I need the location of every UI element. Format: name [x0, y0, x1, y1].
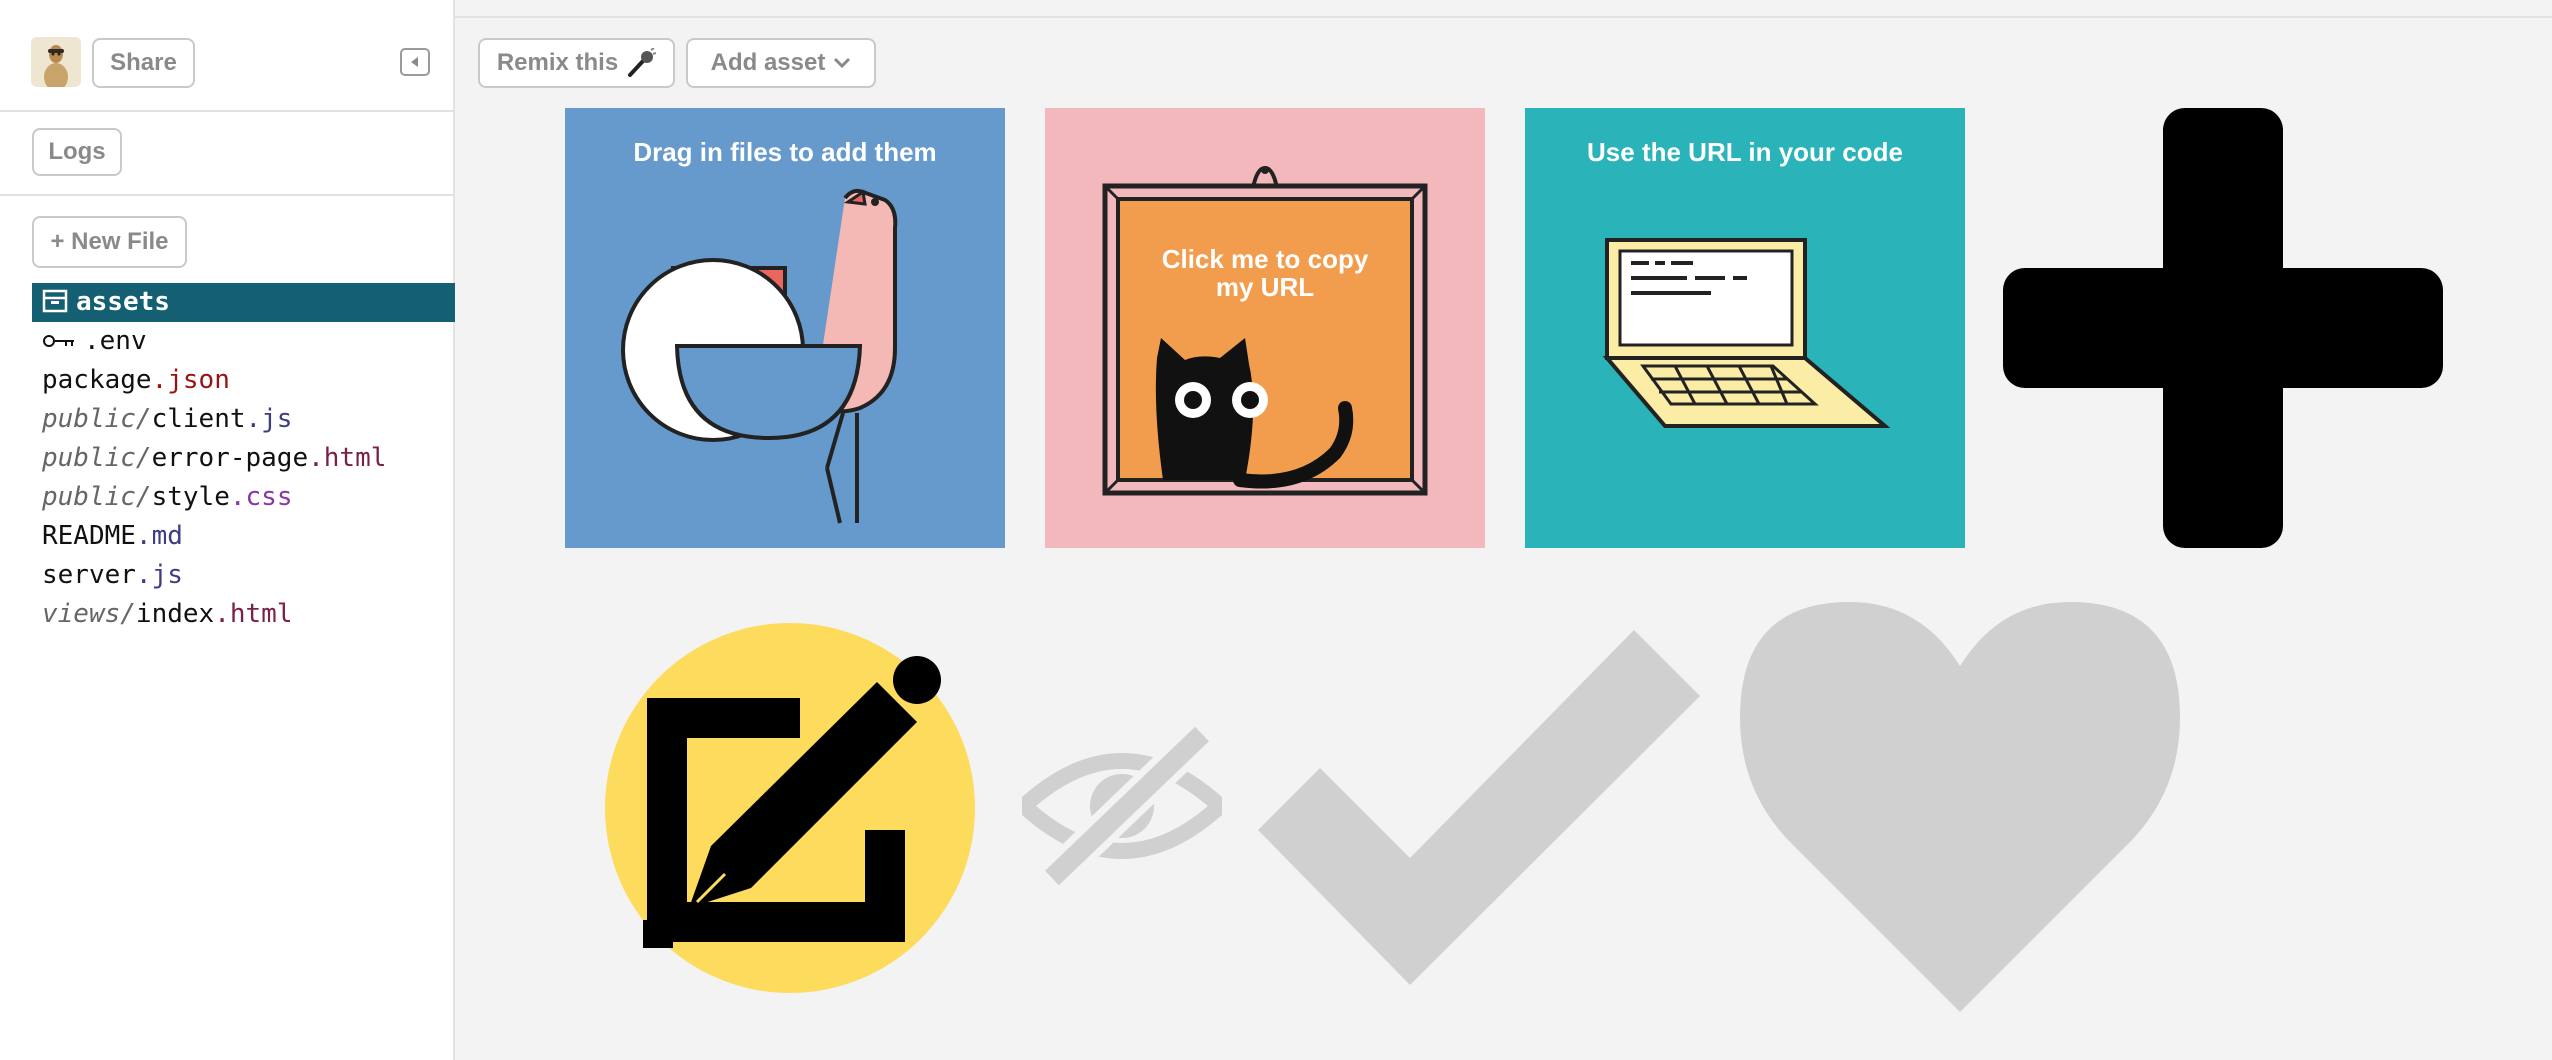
file-name: client [151, 404, 246, 434]
collapse-sidebar-icon [411, 57, 418, 67]
asset-tile-url-code[interactable]: Use the URL in your code [1525, 108, 1965, 548]
share-label: Share [110, 49, 177, 76]
tile-caption: Click me to copy my URL [1045, 245, 1485, 301]
top-divider [455, 16, 2552, 18]
file-item-package-json[interactable]: package.json [32, 361, 455, 400]
file-item-assets[interactable]: assets [32, 283, 455, 322]
divider [0, 110, 455, 112]
file-item-error-page-html[interactable]: public/error-page.html [32, 439, 455, 478]
checkmark-icon[interactable] [1258, 630, 1700, 985]
asset-tile-drag[interactable]: Drag in files to add them [565, 108, 1005, 548]
collapse-sidebar-button[interactable] [400, 48, 430, 76]
file-ext: .html [214, 599, 293, 629]
file-ext: .js [245, 404, 293, 434]
heart-icon[interactable] [1740, 600, 2180, 1012]
file-dir: public/ [42, 404, 152, 434]
file-name: README [42, 521, 136, 551]
file-ext: .js [135, 560, 183, 590]
file-name: error-page [151, 443, 309, 473]
file-name: assets [76, 287, 170, 317]
logs-label: Logs [48, 138, 106, 165]
edit-icon[interactable] [605, 620, 985, 1000]
file-ext: .css [229, 482, 293, 512]
plus-icon[interactable] [2003, 108, 2443, 548]
file-name: server [42, 560, 136, 590]
key-icon [43, 335, 74, 347]
share-button[interactable]: Share [92, 38, 195, 88]
asset-tile-copy-url[interactable]: Click me to copy my URL [1045, 108, 1485, 548]
file-dir: public/ [42, 482, 152, 512]
file-name: index [135, 599, 215, 629]
file-ext: .html [308, 443, 387, 473]
remix-button[interactable]: Remix this [478, 38, 675, 88]
add-asset-button[interactable]: Add asset [686, 38, 876, 88]
meerkat-avatar-icon [31, 37, 81, 87]
divider [0, 194, 455, 196]
microphone-icon [628, 48, 657, 77]
file-name: package [42, 365, 152, 395]
avatar[interactable] [31, 37, 81, 87]
file-item-index-html[interactable]: views/index.html [32, 595, 455, 634]
file-item-style-css[interactable]: public/style.css [32, 478, 455, 517]
sidebar: Share Logs + New File assets .env packag… [0, 0, 455, 1060]
file-dir: public/ [42, 443, 152, 473]
file-item-client-js[interactable]: public/client.js [32, 400, 455, 439]
box-icon [42, 289, 68, 313]
file-item-server-js[interactable]: server.js [32, 556, 455, 595]
eye-slash-icon[interactable] [1022, 726, 1222, 886]
tile-caption-line: my URL [1215, 272, 1315, 302]
file-name: style [151, 482, 230, 512]
remix-label: Remix this [496, 49, 619, 76]
tile-caption-line: Click me to copy [1161, 244, 1369, 274]
logs-button[interactable]: Logs [32, 128, 122, 176]
file-ext: .json [151, 365, 230, 395]
new-file-button[interactable]: + New File [32, 216, 187, 268]
chevron-down-icon [834, 57, 851, 69]
file-dir: views/ [42, 599, 136, 629]
file-item-readme-md[interactable]: README.md [32, 517, 455, 556]
file-list: assets .env package.json public/client.j… [32, 283, 455, 634]
ostrich-illustration-icon [621, 188, 898, 524]
cat-frame-illustration-icon [1102, 165, 1428, 496]
file-ext: .md [135, 521, 183, 551]
laptop-illustration-icon [1602, 238, 1891, 428]
file-item-env[interactable]: .env [32, 322, 455, 361]
new-file-label: + New File [50, 228, 169, 255]
file-name: .env [84, 326, 147, 356]
add-asset-label: Add asset [710, 49, 826, 76]
